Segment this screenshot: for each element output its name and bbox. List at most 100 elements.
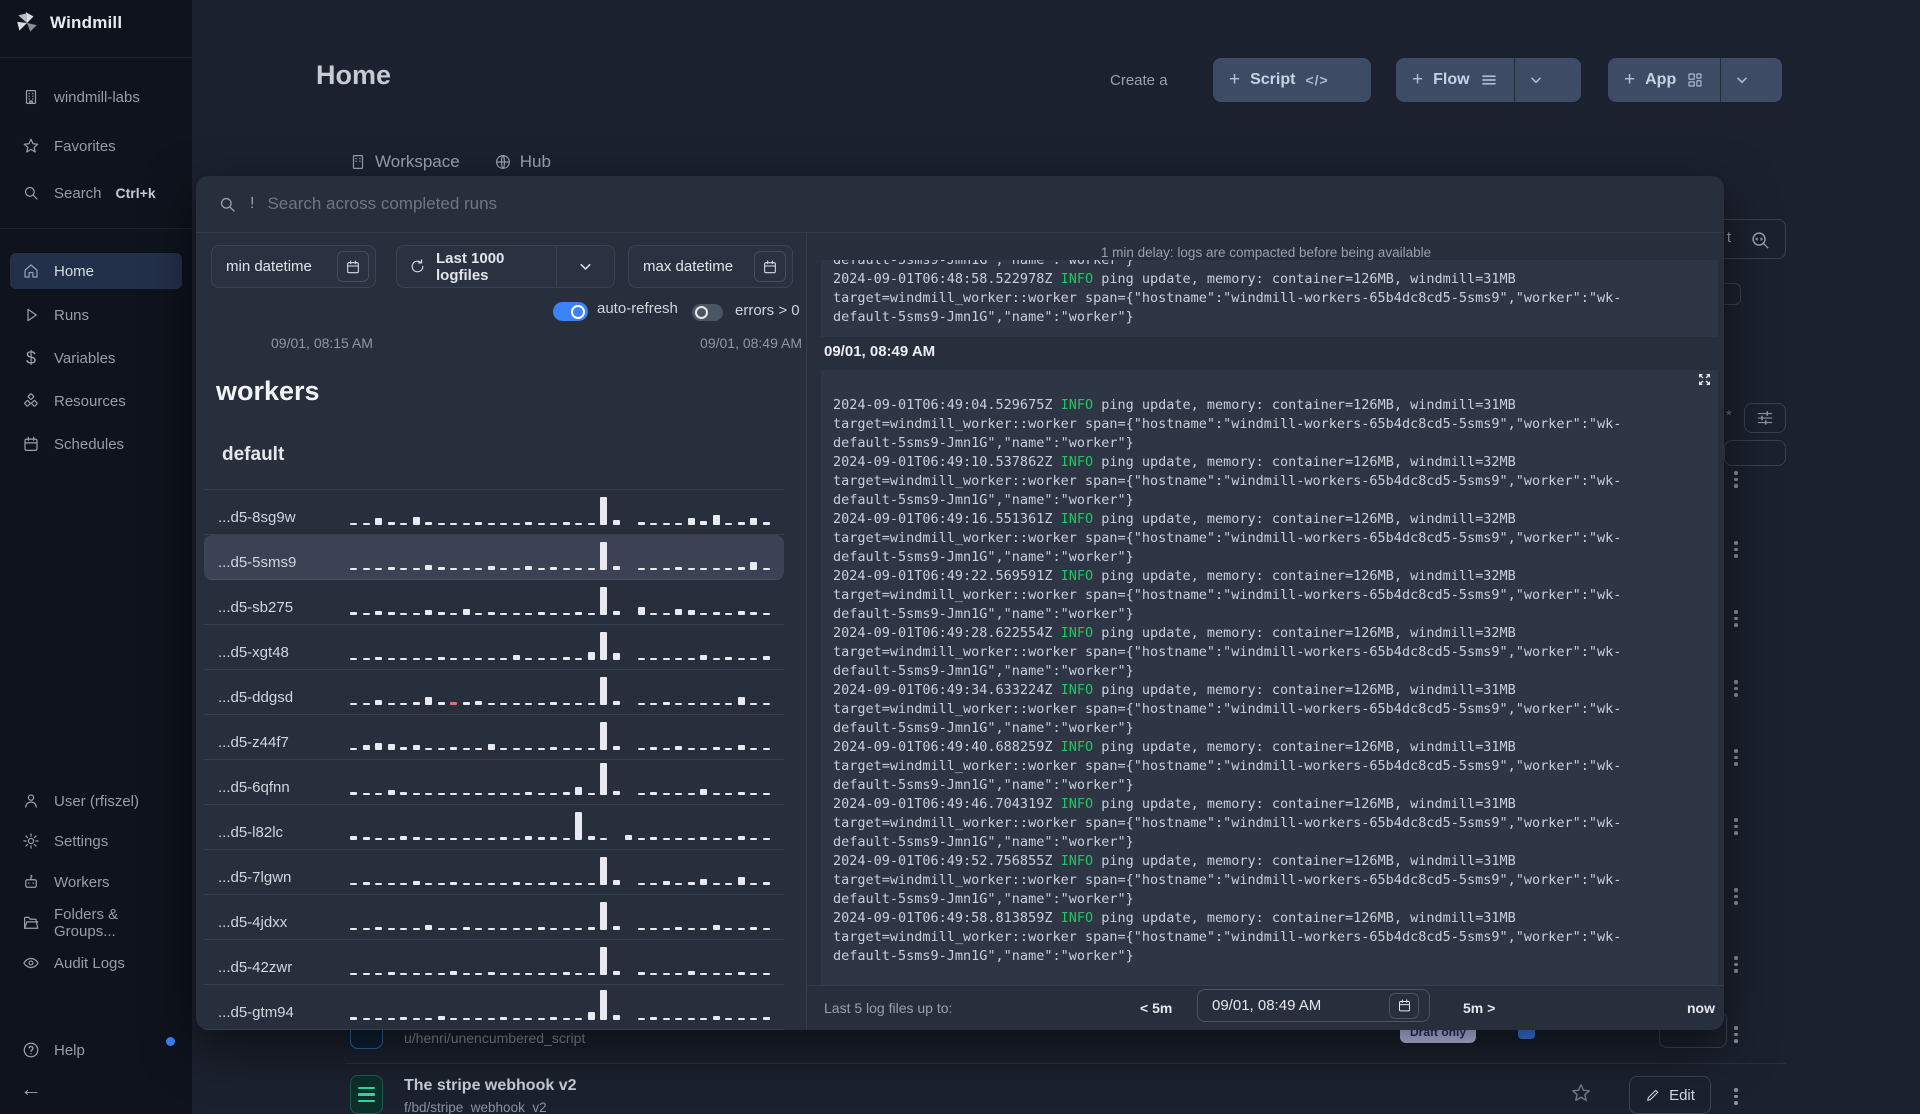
spark-bar <box>750 748 757 750</box>
worker-row[interactable]: ...d5-l82lc <box>204 805 784 850</box>
sidebar-item-audit-logs[interactable]: Audit Logs <box>10 945 182 981</box>
edit-button[interactable]: Edit <box>1629 1076 1711 1114</box>
spark-bar <box>737 658 745 660</box>
spark-bar <box>387 1018 395 1020</box>
spark-bar <box>537 568 545 570</box>
spark-bar <box>400 703 407 705</box>
kebab-menu-icon[interactable] <box>1731 680 1741 697</box>
spark-bar <box>675 658 682 660</box>
spark-bar <box>737 836 745 840</box>
runs-search-input[interactable] <box>267 194 1168 214</box>
logfiles-chevron[interactable] <box>556 246 614 287</box>
gear-icon <box>22 832 40 850</box>
auto-refresh-toggle[interactable] <box>553 302 588 321</box>
kebab-menu-icon[interactable] <box>1731 1088 1741 1105</box>
favorite-star-icon[interactable] <box>1570 1082 1592 1104</box>
log-line: 2024-09-01T06:49:28.622554Z INFO ping up… <box>833 625 1516 641</box>
spark-bar <box>500 523 507 525</box>
kebab-menu-icon[interactable] <box>1731 541 1741 558</box>
kebab-menu-icon[interactable] <box>1731 888 1741 905</box>
robot-icon <box>22 873 40 891</box>
sidebar-item-favorites[interactable]: Favorites <box>10 128 182 164</box>
worker-row[interactable]: ...d5-sb275 <box>204 580 784 625</box>
log-line: default-5sms9-Jmn1G","name":"worker"} <box>833 606 1134 622</box>
worker-row[interactable]: ...d5-42zwr <box>204 940 784 985</box>
min-datetime-input[interactable]: min datetime <box>211 245 376 288</box>
sidebar-item-folders[interactable]: Folders & Groups... <box>10 905 182 941</box>
tab-workspace[interactable]: Workspace <box>349 152 460 172</box>
kebab-menu-icon[interactable] <box>1731 610 1741 627</box>
create-script-button[interactable]: + Script </> <box>1213 58 1371 102</box>
script-path: u/henri/unencumbered_script <box>404 1030 586 1046</box>
collapse-sidebar-icon[interactable]: ← <box>20 1076 42 1102</box>
log-entry: 2024-09-01T06:49:10.537862Z INFO ping up… <box>833 453 1706 510</box>
create-flow-button[interactable]: + Flow <box>1396 58 1581 102</box>
sidebar-item-resources[interactable]: Resources <box>10 383 182 419</box>
log-datetime-input[interactable]: 09/01, 08:49 AM <box>1197 989 1430 1022</box>
worker-row[interactable]: ...d5-6qfnn <box>204 760 784 805</box>
sidebar-item-label: Help <box>54 1041 85 1059</box>
calendar-icon[interactable] <box>1389 992 1419 1019</box>
worker-row[interactable]: ...d5-7lgwn <box>204 850 784 895</box>
sidebar-item-variables[interactable]: $ Variables <box>10 340 182 376</box>
worker-row[interactable]: ...d5-4jdxx <box>204 895 784 940</box>
spark-bar <box>612 880 620 885</box>
log-entry: 2024-09-01T06:48:58.522978Z INFO ping up… <box>833 270 1706 327</box>
spark-bar <box>525 566 532 570</box>
worker-row[interactable]: ...d5-ddgsd <box>204 670 784 715</box>
log-block-current[interactable]: 2024-09-01T06:49:04.529675Z INFO ping up… <box>821 370 1718 985</box>
sidebar-item-help[interactable]: Help <box>10 1032 182 1068</box>
calendar-icon[interactable] <box>337 251 369 282</box>
log-line: target=windmill_worker::worker span={"ho… <box>833 644 1622 660</box>
filter-settings-button[interactable] <box>1744 403 1786 433</box>
sidebar-divider <box>0 57 192 58</box>
sidebar-item-schedules[interactable]: Schedules <box>10 426 182 462</box>
sidebar-item-runs[interactable]: Runs <box>10 297 182 333</box>
app-dropdown-chevron[interactable] <box>1720 58 1763 102</box>
forward-5m-button[interactable]: 5m > <box>1463 1000 1495 1016</box>
max-datetime-input[interactable]: max datetime <box>628 245 793 288</box>
sidebar-item-user[interactable]: User (rfiszel) <box>10 783 182 819</box>
worker-row[interactable]: ...d5-z44f7 <box>204 715 784 760</box>
back-5m-button[interactable]: < 5m <box>1140 1000 1172 1016</box>
sidebar-item-workspace[interactable]: windmill-labs <box>10 79 182 115</box>
sidebar-item-search[interactable]: Search Ctrl+k <box>10 175 182 211</box>
kebab-dot <box>1734 616 1738 620</box>
tab-hub[interactable]: Hub <box>494 152 551 172</box>
spark-bar <box>612 1015 620 1020</box>
sidebar-item-label: Resources <box>54 392 126 410</box>
kebab-menu-icon[interactable] <box>1731 956 1741 973</box>
kebab-menu-icon[interactable] <box>1731 749 1741 766</box>
spark-bar <box>675 523 682 525</box>
log-line: 2024-09-01T06:49:16.551361Z INFO ping up… <box>833 511 1516 527</box>
flow-dropdown-chevron[interactable] <box>1513 58 1557 102</box>
expand-log-icon[interactable] <box>1697 372 1712 387</box>
worker-row[interactable]: ...d5-gtm94 <box>204 985 784 1030</box>
worker-row[interactable]: ...d5-5sms9 <box>204 535 784 580</box>
sidebar-item-home[interactable]: Home <box>10 253 182 289</box>
sidebar-item-settings[interactable]: Settings <box>10 823 182 859</box>
spark-bar <box>700 521 707 525</box>
worker-row[interactable]: ...d5-8sg9w <box>204 490 784 535</box>
log-line: default-5sms9-Jmn1G","name":"worker"} <box>833 948 1134 964</box>
spark-bar <box>600 587 607 615</box>
kebab-menu-icon[interactable] <box>1731 471 1741 488</box>
create-app-button[interactable]: + App <box>1608 58 1782 102</box>
worker-row[interactable]: ...d5-xgt48 <box>204 625 784 670</box>
sidebar-item-workers[interactable]: Workers <box>10 864 182 900</box>
calendar-icon[interactable] <box>754 251 786 282</box>
spark-bar <box>500 793 507 795</box>
now-button[interactable]: now <box>1687 1000 1715 1016</box>
worker-sparkline <box>350 673 776 705</box>
kebab-menu-icon[interactable] <box>1731 818 1741 835</box>
kebab-menu-icon[interactable] <box>1731 1026 1741 1043</box>
spark-bar <box>425 697 432 705</box>
spark-bar <box>412 745 420 750</box>
spark-bar <box>512 568 520 570</box>
spark-bar <box>425 658 432 660</box>
search-shortcut: Ctrl+k <box>115 185 156 201</box>
notification-dot <box>166 1037 175 1046</box>
errors-toggle[interactable] <box>692 304 723 321</box>
logfiles-select[interactable]: Last 1000 logfiles <box>396 245 615 288</box>
log-block-previous[interactable]: default-5sms9-Jmn1G","name":"worker"} 20… <box>821 260 1718 337</box>
